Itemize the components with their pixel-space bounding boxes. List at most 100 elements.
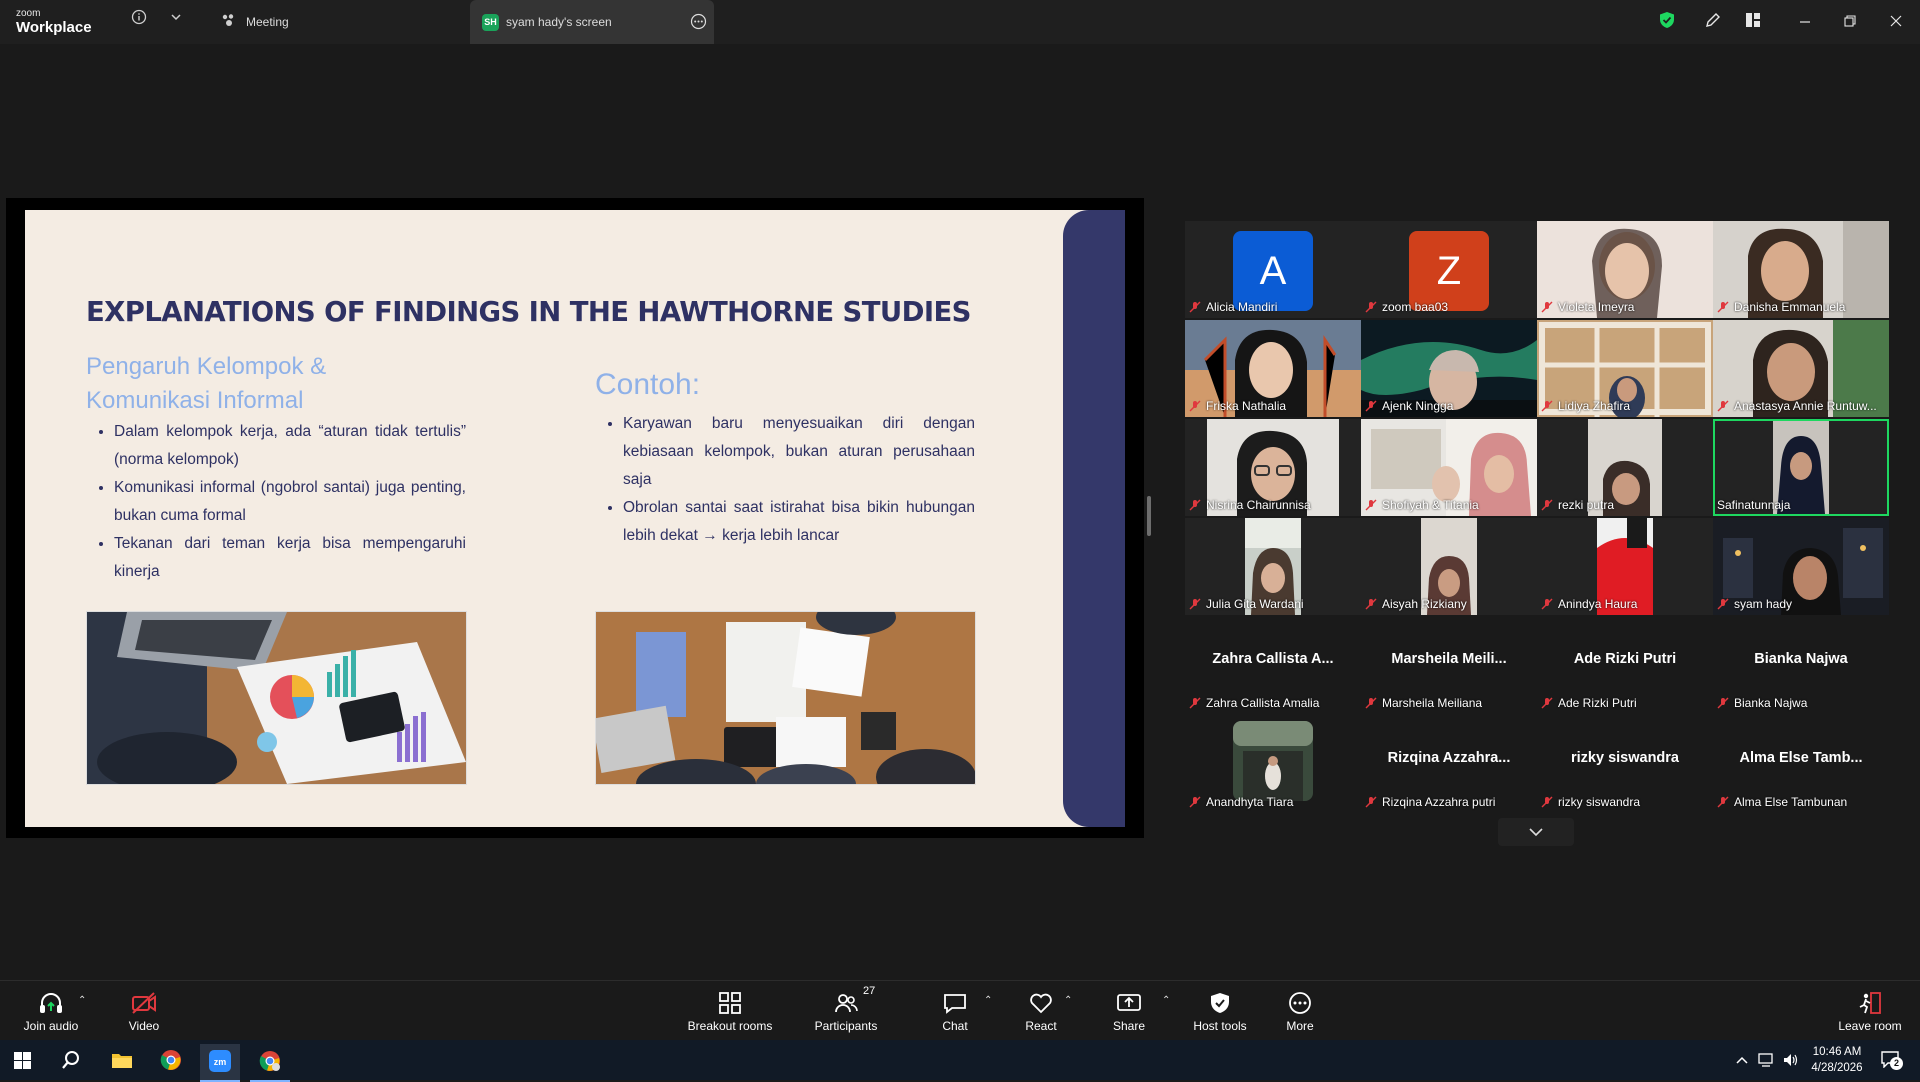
participant-tile[interactable]: syam hady [1713, 518, 1889, 615]
muted-mic-icon [1189, 598, 1201, 610]
participant-tile[interactable]: Aisyah Rizkiany [1361, 518, 1537, 615]
participant-tile[interactable]: Anindya Haura [1537, 518, 1713, 615]
participant-tile[interactable]: Danisha Emmanuela [1713, 221, 1889, 318]
minimize-icon[interactable] [1798, 14, 1812, 33]
participant-tile[interactable]: Zahra Callista A... Zahra Callista Amali… [1185, 617, 1361, 714]
share-options-caret[interactable]: ⌃ [1162, 995, 1170, 1006]
system-clock[interactable]: 10:46 AM 4/28/2026 [1802, 1044, 1872, 1076]
muted-mic-icon [1189, 301, 1201, 313]
muted-mic-icon [1365, 301, 1377, 313]
react-button[interactable]: React [1020, 981, 1062, 1041]
chat-button[interactable]: Chat [935, 981, 975, 1041]
chrome-icon[interactable] [160, 1049, 182, 1071]
split-resize-handle[interactable] [1147, 496, 1151, 536]
chevron-down-icon[interactable] [170, 10, 182, 27]
windows-start-icon[interactable] [14, 1052, 31, 1069]
list-item: Komunikasi informal (ngobrol santai) jug… [114, 474, 466, 530]
participant-display-name: Marsheila Meili... [1391, 651, 1507, 667]
leave-room-button[interactable]: Leave room [1836, 981, 1904, 1041]
file-explorer-icon[interactable] [111, 1050, 133, 1070]
slide-title: EXPLANATIONS OF FINDINGS IN THE HAWTHORN… [86, 296, 971, 328]
list-item: Tekanan dari teman kerja bisa mempengaru… [114, 530, 466, 586]
search-icon[interactable] [61, 1050, 81, 1070]
participant-tile[interactable]: Shofiyah & Titania [1361, 419, 1537, 516]
share-button[interactable]: Share [1108, 981, 1150, 1041]
participant-name: Anindya Haura [1541, 597, 1637, 611]
participant-name: zoom baa03 [1365, 300, 1448, 314]
participant-display-name: Bianka Najwa [1754, 651, 1848, 667]
gallery-next-page-button[interactable] [1498, 818, 1574, 846]
react-label: React [1025, 1019, 1057, 1033]
video-label: Video [128, 1019, 160, 1033]
host-tools-button[interactable]: Host tools [1188, 981, 1252, 1041]
participant-name: rizky siswandra [1541, 795, 1640, 809]
participant-tile[interactable]: Ade Rizki Putri Ade Rizki Putri [1537, 617, 1713, 714]
annotate-pencil-icon[interactable] [1705, 12, 1721, 33]
participant-name: Ajenk Ningga [1365, 399, 1453, 413]
video-button[interactable]: Video [114, 981, 174, 1041]
participant-tile[interactable]: Ajenk Ningga [1361, 320, 1537, 417]
muted-mic-icon [1189, 400, 1201, 412]
participant-tile[interactable]: rezki putra [1537, 419, 1713, 516]
participant-tile[interactable]: Rizqina Azzahra... Rizqina Azzahra putri [1361, 716, 1537, 813]
clock-time: 10:46 AM [1812, 1046, 1862, 1058]
participant-tile[interactable]: Bianka Najwa Bianka Najwa [1713, 617, 1889, 714]
tab-shared-screen[interactable]: SH syam hady's screen [470, 0, 714, 44]
participant-gallery: A Alicia Mandiri Z zoom baa03 Violeta Im… [1185, 221, 1891, 821]
participant-name: Danisha Emmanuela [1717, 300, 1845, 314]
participant-name: Julia Gita Wardani [1189, 597, 1304, 611]
participant-tile[interactable]: Anastasya Annie Runtuw... [1713, 320, 1889, 417]
tray-overflow-icon[interactable] [1736, 1055, 1748, 1065]
chevron-down-icon [1529, 828, 1543, 837]
muted-mic-icon [1717, 400, 1729, 412]
participant-tile[interactable]: Anandhyta Tiara [1185, 716, 1361, 813]
participant-name: Alicia Mandiri [1189, 300, 1277, 314]
tab-meeting[interactable]: Meeting [212, 0, 462, 44]
title-bar: zoom Workplace Meeting SH syam hady's sc… [0, 0, 1920, 44]
participant-name: Alma Else Tambunan [1717, 795, 1847, 809]
more-options-icon[interactable] [690, 13, 707, 35]
muted-mic-icon [1541, 796, 1553, 808]
brand-logo: Workplace [16, 19, 92, 36]
zoom-taskbar-item[interactable]: zm [200, 1044, 240, 1082]
join-audio-button[interactable]: Join audio [14, 981, 88, 1041]
left-heading-line-1: Pengaruh Kelompok & [86, 353, 327, 380]
participant-name: Lidiya Zhafira [1541, 399, 1630, 413]
layout-view-icon[interactable] [1745, 12, 1761, 33]
encryption-shield-icon[interactable] [1659, 11, 1675, 34]
participant-tile[interactable]: Lidiya Zhafira [1537, 320, 1713, 417]
notification-count: 2 [1890, 1057, 1903, 1070]
participant-tile[interactable]: A Alicia Mandiri [1185, 221, 1361, 318]
close-icon[interactable] [1889, 14, 1903, 33]
info-icon[interactable] [131, 9, 147, 29]
active-speaker-tile[interactable]: Safinatunnaja [1713, 419, 1889, 516]
volume-icon[interactable] [1782, 1052, 1800, 1068]
chat-label: Chat [942, 1019, 968, 1033]
participants-label: Participants [814, 1019, 878, 1033]
chrome-taskbar-item[interactable] [250, 1044, 290, 1082]
participant-tile[interactable]: Julia Gita Wardani [1185, 518, 1361, 615]
participant-tile[interactable]: Violeta Imeyra [1537, 221, 1713, 318]
sharer-badge: SH [482, 14, 499, 31]
chat-options-caret[interactable]: ⌃ [984, 995, 992, 1006]
video-off-icon [132, 992, 156, 1014]
participants-button[interactable]: 27 Participants [808, 981, 884, 1041]
breakout-rooms-button[interactable]: Breakout rooms [682, 981, 778, 1041]
participant-tile[interactable]: Alma Else Tamb... Alma Else Tambunan [1713, 716, 1889, 813]
notification-center[interactable]: 2 [1880, 1050, 1903, 1070]
audio-options-caret[interactable]: ⌃ [78, 995, 86, 1006]
react-options-caret[interactable]: ⌃ [1064, 995, 1072, 1006]
participant-tile[interactable]: Friska Nathalia [1185, 320, 1361, 417]
more-button[interactable]: More [1280, 981, 1320, 1041]
participant-tile[interactable]: Marsheila Meili... Marsheila Meiliana [1361, 617, 1537, 714]
participant-name: Nisrina Chairunnisa [1189, 498, 1311, 512]
network-icon[interactable] [1758, 1052, 1776, 1068]
participant-tile[interactable]: Nisrina Chairunnisa [1185, 419, 1361, 516]
chat-icon [944, 994, 966, 1014]
participant-tile[interactable]: Z zoom baa03 [1361, 221, 1537, 318]
presentation-slide: EXPLANATIONS OF FINDINGS IN THE HAWTHORN… [25, 210, 1125, 827]
restore-icon[interactable] [1843, 14, 1857, 33]
participant-display-name: Ade Rizki Putri [1573, 651, 1677, 667]
participant-tile[interactable]: rizky siswandra rizky siswandra [1537, 716, 1713, 813]
muted-mic-icon [1189, 697, 1201, 709]
